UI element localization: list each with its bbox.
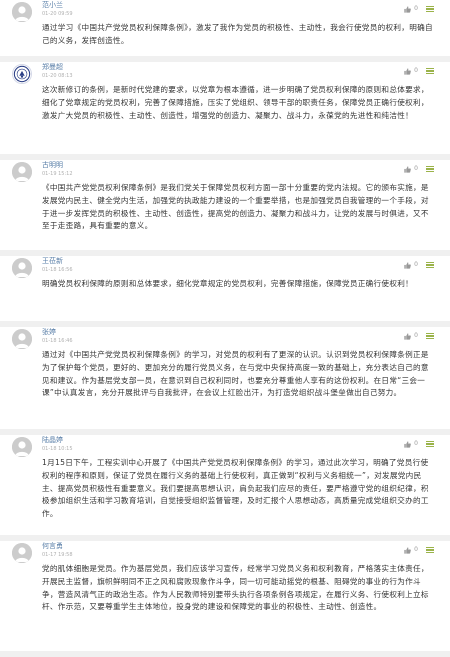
thumbs-up-icon [404,440,412,448]
comment-text: 通过学习《中国共产党党员权利保障条例》，激发了我作为党员的积极性、主动性，我会行… [42,23,433,45]
comment-text: 通过对《中国共产党党员权利保障条例》的学习，对党员的权利有了更深的认识。认识到党… [42,350,429,398]
comment-card: 王莅新 01-18 16:56 0 明确党员权利保障的原则和总体要求，细化党章规… [0,256,450,321]
comment-text: 党的肌体细胞是党员。作为基层党员，我们应该学习宣传，经常学习党员义务和权利教育，… [42,564,429,612]
default-avatar-icon [12,437,32,457]
timestamp: 01-20 08:13 [42,73,73,79]
more-menu-icon[interactable] [426,441,434,447]
default-avatar-icon [12,543,32,563]
comment-actions: 0 [404,164,434,174]
like-button[interactable]: 0 [404,260,418,270]
comment-header: 古明明 01-19 15:12 0 [0,160,450,182]
like-count: 0 [414,67,418,74]
username[interactable]: 范小兰 [42,1,73,10]
avatar[interactable] [12,258,32,278]
like-button[interactable]: 0 [404,545,418,555]
comment-meta: 范小兰 01-20 09:59 [42,1,73,18]
like-button[interactable]: 0 [404,66,418,76]
username[interactable]: 王莅新 [42,257,73,266]
more-menu-icon[interactable] [426,333,434,339]
comment-header: 张婷 01-18 16:46 0 [0,327,450,349]
default-avatar-icon [12,329,32,349]
more-menu-icon[interactable] [426,166,434,172]
timestamp: 01-19 15:12 [42,171,73,177]
comment-meta: 古明明 01-19 15:12 [42,161,73,178]
avatar[interactable] [12,2,32,22]
timestamp: 01-18 16:46 [42,338,73,344]
comment-meta: 王莅新 01-18 16:56 [42,257,73,274]
comment-card: 何言勇 01-17 19:58 0 党的肌体细胞是党员。作为基层党员，我们应该学… [0,541,450,651]
thumbs-up-icon [404,546,412,554]
more-menu-icon[interactable] [426,6,434,12]
comment-card: 范小兰 01-20 09:59 0 通过学习《中国共产党党员权利保障条例》，激发… [0,0,450,56]
comment-meta: 陆晶婷 01-18 10:15 [42,436,73,453]
like-count: 0 [414,261,418,268]
comment-feed: 范小兰 01-20 09:59 0 通过学习《中国共产党党员权利保障条例》，激发… [0,0,450,657]
like-count: 0 [414,332,418,339]
comment-actions: 0 [404,66,434,76]
comment-text: 《中国共产党党员权利保障条例》是我们党关于保障党员权利方面一部十分重要的党内法规… [42,183,429,231]
comment-meta: 何言勇 01-17 19:58 [42,542,73,559]
like-button[interactable]: 0 [404,439,418,449]
timestamp: 01-17 19:58 [42,552,73,558]
thumbs-up-icon [404,332,412,340]
timestamp: 01-18 16:56 [42,267,73,273]
thumbs-up-icon [404,165,412,173]
username[interactable]: 何言勇 [42,542,73,551]
thumbs-up-icon [404,67,412,75]
more-menu-icon[interactable] [426,262,434,268]
like-button[interactable]: 0 [404,4,418,14]
comment-text: 明确党员权利保障的原则和总体要求，细化党章规定的党员权利，完善保障措施，保障党员… [42,279,413,288]
comment-actions: 0 [404,331,434,341]
comment-text: 这次新修订的条例，是新时代党建的要求，以党章为根本遵循，进一步明确了党员权利保障… [42,85,429,120]
comment-actions: 0 [404,4,434,14]
comment-card: 古明明 01-19 15:12 0 《中国共产党党员权利保障条例》是我们党关于保… [0,160,450,250]
avatar[interactable] [12,543,32,563]
timestamp: 01-18 10:15 [42,446,73,452]
avatar[interactable] [12,437,32,457]
comment-header: 范小兰 01-20 09:59 0 [0,0,450,22]
default-avatar-icon [12,162,32,182]
more-menu-icon[interactable] [426,547,434,553]
default-avatar-icon [12,258,32,278]
avatar[interactable] [12,162,32,182]
more-menu-icon[interactable] [426,68,434,74]
username[interactable]: 陆晶婷 [42,436,73,445]
comment-meta: 张婷 01-18 16:46 [42,328,73,345]
comment-header: 何言勇 01-17 19:58 0 [0,541,450,563]
comment-actions: 0 [404,260,434,270]
thumbs-up-icon [404,261,412,269]
comment-card: 张婷 01-18 16:46 0 通过对《中国共产党党员权利保障条例》的学习，对… [0,327,450,429]
comment-card: 郑曼超 01-20 08:13 0 这次新修订的条例，是新时代党建的要求，以党章… [0,62,450,154]
comment-meta: 郑曼超 01-20 08:13 [42,63,73,80]
username[interactable]: 古明明 [42,161,73,170]
like-count: 0 [414,440,418,447]
like-count: 0 [414,546,418,553]
like-count: 0 [414,5,418,12]
like-button[interactable]: 0 [404,331,418,341]
comment-header: 王莅新 01-18 16:56 0 [0,256,450,278]
avatar[interactable] [12,329,32,349]
default-avatar-icon [12,2,32,22]
avatar[interactable] [12,64,32,84]
timestamp: 01-20 09:59 [42,11,73,17]
comment-actions: 0 [404,439,434,449]
comment-card: 陆晶婷 01-18 10:15 0 1月15日下午，工程实训中心开展了《中国共产… [0,435,450,535]
username[interactable]: 郑曼超 [42,63,73,72]
like-button[interactable]: 0 [404,164,418,174]
thumbs-up-icon [404,5,412,13]
comment-actions: 0 [404,545,434,555]
school-logo-icon [13,65,31,83]
comment-text: 1月15日下午，工程实训中心开展了《中国共产党党员权利保障条例》的学习，通过此次… [42,458,429,519]
comment-header: 郑曼超 01-20 08:13 0 [0,62,450,84]
like-count: 0 [414,165,418,172]
username[interactable]: 张婷 [42,328,73,337]
comment-header: 陆晶婷 01-18 10:15 0 [0,435,450,457]
